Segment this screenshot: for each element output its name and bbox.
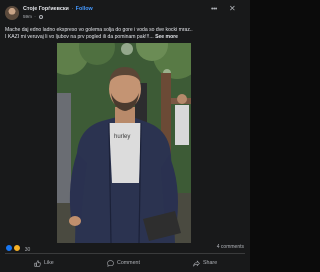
like-label: Like [44, 260, 54, 266]
action-bar: Like Comment Share [0, 256, 250, 270]
comment-button[interactable]: Comment [107, 256, 140, 270]
post-photo[interactable]: hurley [57, 43, 191, 243]
post-caption: Mache daj edno ladno ekspreso vo golema … [5, 27, 245, 41]
comment-icon [107, 259, 114, 267]
see-more-link[interactable]: See more [155, 34, 178, 40]
globe-icon [39, 14, 44, 19]
follow-button[interactable]: Follow [76, 6, 93, 12]
comment-label: Comment [117, 260, 140, 266]
author-name[interactable]: Стоjе Горѓиевски [23, 6, 69, 12]
post-timestamp[interactable]: 59m [23, 14, 32, 19]
author-avatar[interactable] [5, 6, 19, 20]
shirt-text: hurley [114, 134, 130, 140]
caption-text: I KAZI mi veruvaj li vo ljubov na prv po… [5, 34, 156, 40]
caption-line: I KAZI mi veruvaj li vo ljubov na prv po… [5, 34, 245, 41]
close-icon[interactable]: ✕ [229, 5, 236, 13]
share-label: Share [203, 260, 218, 266]
post-meta: 59m · [23, 14, 44, 19]
author-line: Стоjе Горѓиевски · Follow [23, 6, 93, 12]
post-header: Стоjе Горѓиевски · Follow 59m · ••• ✕ [0, 0, 250, 26]
reactions-summary[interactable]: 30 [5, 244, 30, 253]
haha-reaction-icon [13, 244, 22, 252]
like-reaction-icon [5, 244, 13, 252]
reactions-count: 30 [24, 246, 31, 253]
share-icon [193, 259, 200, 267]
photo-illustration: hurley [57, 43, 191, 243]
divider [5, 253, 245, 254]
comments-count[interactable]: 4 comments [217, 244, 244, 250]
post-card: Стоjе Горѓиевски · Follow 59m · ••• ✕ Ma… [0, 0, 250, 272]
more-options-icon[interactable]: ••• [211, 6, 217, 13]
thumbs-up-icon [34, 259, 41, 267]
separator-dot: · [34, 14, 36, 19]
like-button[interactable]: Like [34, 256, 54, 270]
caption-line: Mache daj edno ladno ekspreso vo golema … [5, 27, 193, 33]
share-button[interactable]: Share [193, 256, 217, 270]
separator-dot: · [71, 6, 74, 12]
